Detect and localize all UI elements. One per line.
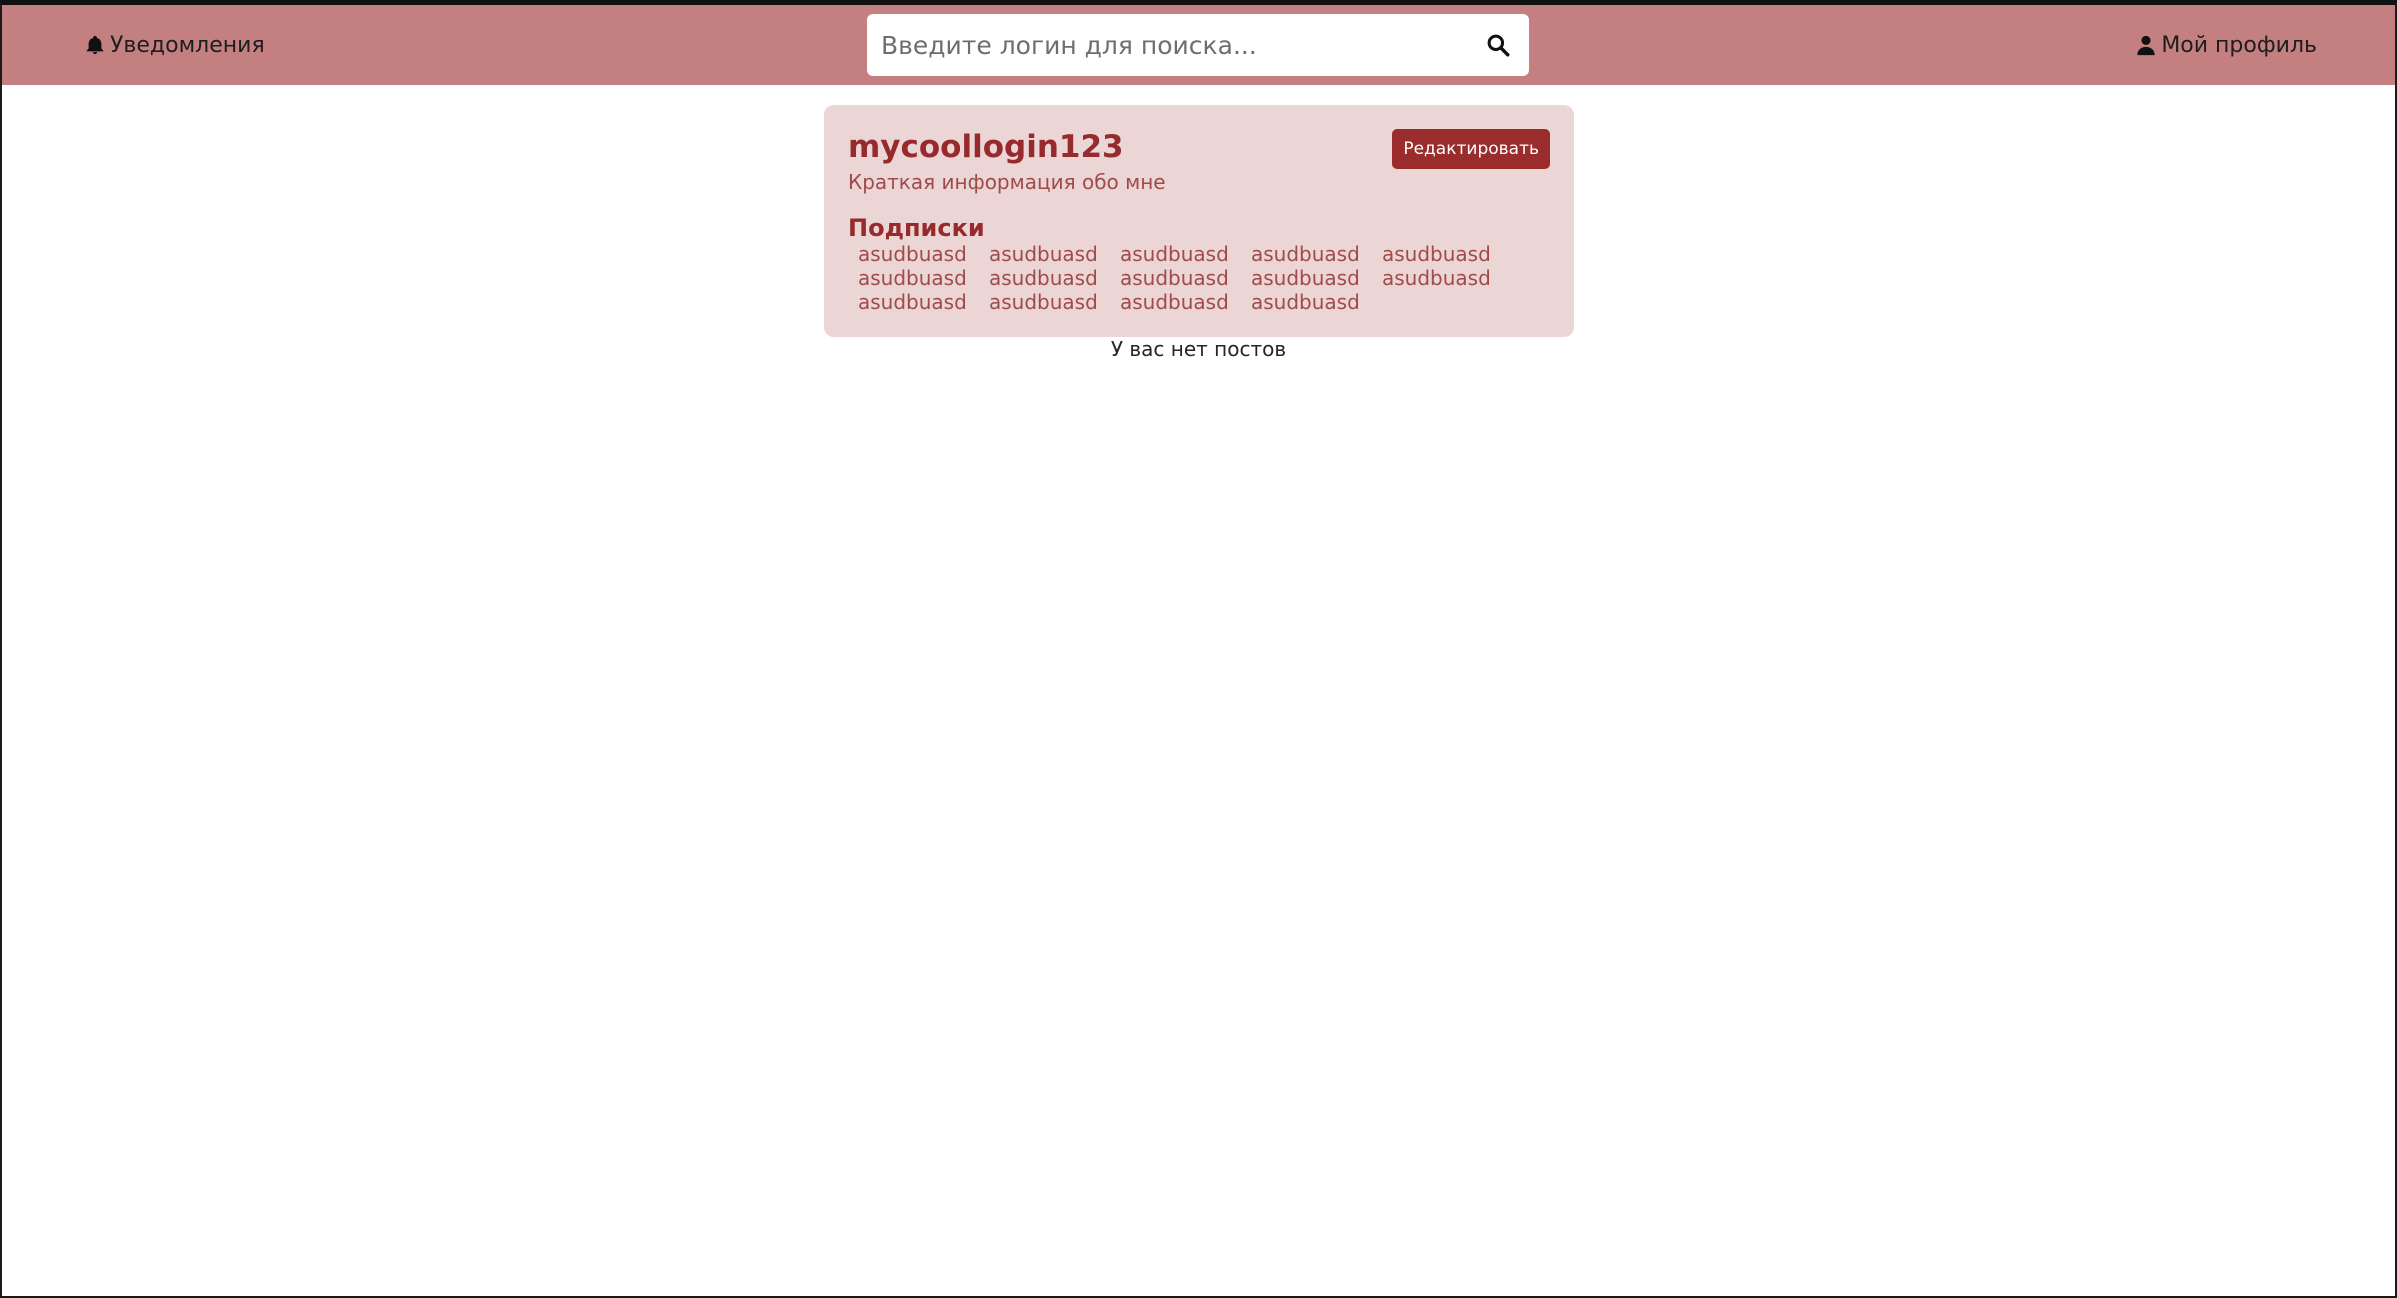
notifications-label: Уведомления [110,32,265,58]
subscription-link[interactable]: asudbuasd [858,290,989,314]
search-input[interactable] [867,14,1447,76]
profile-username: mycoollogin123 [848,129,1124,165]
profile-card: mycoollogin123 Краткая информация обо мн… [824,105,1574,337]
subscriptions-row: asudbuasd asudbuasd asudbuasd asudbuasd … [858,242,1558,266]
subscription-link[interactable]: asudbuasd [989,242,1120,266]
subscription-link[interactable]: asudbuasd [1120,266,1251,290]
notifications-link[interactable]: Уведомления [84,27,265,63]
subscriptions-row: asudbuasd asudbuasd asudbuasd asudbuasd … [858,266,1558,290]
bell-icon [86,35,104,55]
search-button[interactable] [1467,14,1529,76]
subscriptions-title: Подписки [848,214,985,242]
subscription-link[interactable]: asudbuasd [1382,266,1513,290]
profile-label: Мой профиль [2161,32,2317,58]
subscriptions-list: asudbuasd asudbuasd asudbuasd asudbuasd … [858,242,1558,314]
subscription-link[interactable]: asudbuasd [858,242,989,266]
user-icon [2137,35,2156,56]
subscription-link[interactable]: asudbuasd [1251,290,1382,314]
subscription-link[interactable]: asudbuasd [989,266,1120,290]
subscription-link[interactable]: asudbuasd [1120,290,1251,314]
search-icon [1487,34,1510,57]
subscription-link[interactable]: asudbuasd [989,290,1120,314]
subscription-link[interactable]: asudbuasd [858,266,989,290]
profile-about: Краткая информация обо мне [848,170,1166,194]
subscription-link[interactable]: asudbuasd [1251,266,1382,290]
edit-profile-button[interactable]: Редактировать [1392,129,1550,169]
top-navbar: Уведомления Мой профиль [0,0,2397,85]
empty-posts-message: У вас нет постов [1110,337,1287,361]
search-bar [867,14,1529,76]
subscriptions-row: asudbuasd asudbuasd asudbuasd asudbuasd [858,290,1558,314]
subscription-link[interactable]: asudbuasd [1382,242,1513,266]
profile-link[interactable]: Мой профиль [2135,27,2317,63]
subscription-link[interactable]: asudbuasd [1120,242,1251,266]
subscription-link[interactable]: asudbuasd [1251,242,1382,266]
